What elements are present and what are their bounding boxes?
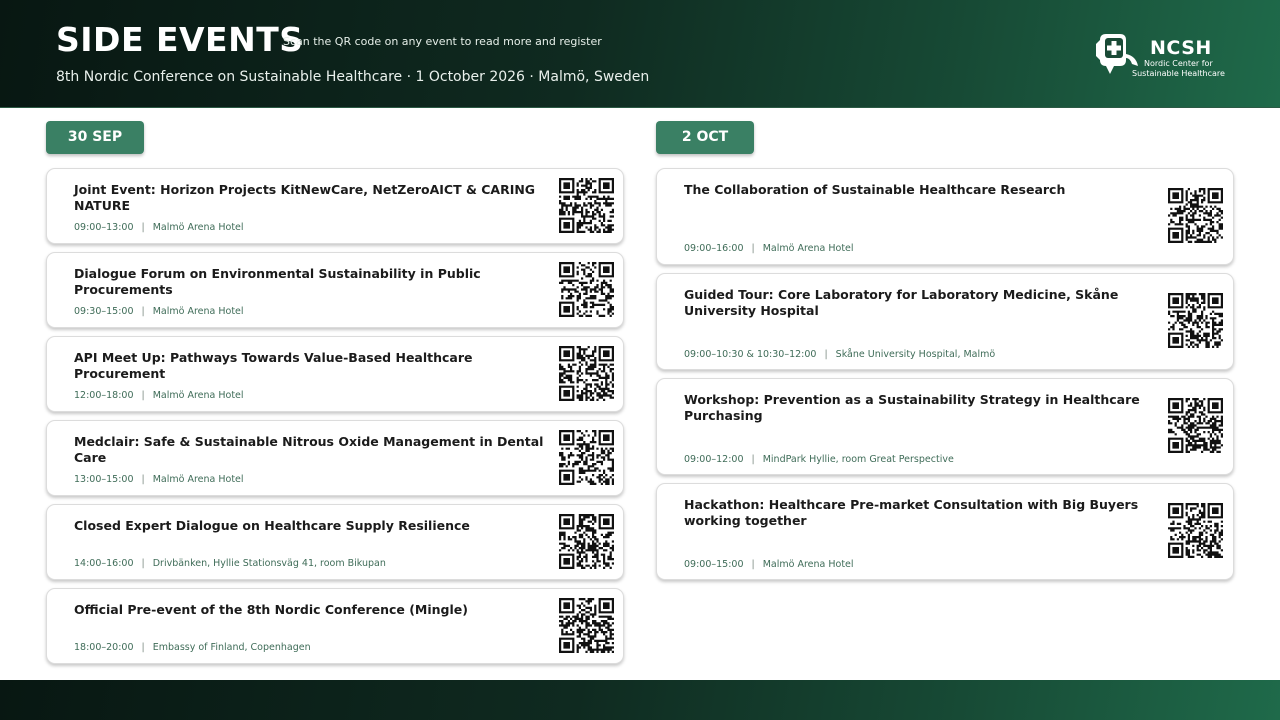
event-title: Official Pre-event of the 8th Nordic Con… (74, 602, 468, 617)
event-meta: 14:00–16:00 | Drivbänken, Hyllie Stationsv… (74, 558, 386, 569)
qr-code-icon[interactable] (1168, 398, 1223, 453)
day-badge-30-sep: 30 SEP (46, 121, 144, 154)
event-location: Malmö Arena Hotel (152, 306, 244, 317)
event-meta: 09:00–13:00 | Malmö Arena Hotel (74, 222, 244, 233)
event-title: Joint Event: Horizon Projects KitNewCare… (74, 182, 536, 213)
day-badge-2-oct: 2 OCT (656, 121, 754, 154)
header: SIDE EVENTS Scan the QR code on any even… (0, 0, 1280, 108)
logo-tagline-line1: Nordic Center for (1144, 59, 1213, 68)
event-meta: 09:30–15:00 | Malmö Arena Hotel (74, 306, 244, 317)
event-time: 09:00–10:30 & 10:30–12:00 (684, 349, 817, 360)
qr-code-icon[interactable] (559, 346, 614, 401)
event-title: The Collaboration of Sustainable Healthc… (684, 182, 1066, 197)
qr-code-icon[interactable] (1168, 293, 1223, 348)
event-card[interactable]: Workshop: Prevention as a Sustainability… (656, 378, 1234, 475)
event-card[interactable]: Joint Event: Horizon Projects KitNewCare… (46, 168, 624, 244)
event-title: Workshop: Prevention as a Sustainability… (684, 392, 1140, 423)
event-time: 18:00–20:00 (74, 642, 134, 653)
qr-code-icon[interactable] (559, 598, 614, 653)
qr-code-icon[interactable] (559, 178, 614, 233)
event-time: 12:00–18:00 (74, 390, 134, 401)
logo-name: NCSH (1150, 37, 1212, 59)
conference-subtitle: 8th Nordic Conference on Sustainable Hea… (56, 69, 650, 85)
event-meta: 18:00–20:00 | Embassy of Finland, Copenhag… (74, 642, 311, 653)
event-location: Malmö Arena Hotel (762, 243, 854, 254)
event-meta: 09:00–16:00 | Malmö Arena Hotel (684, 243, 854, 254)
event-time: 13:00–15:00 (74, 474, 134, 485)
event-card[interactable]: API Meet Up: Pathways Towards Value-Base… (46, 336, 624, 412)
event-title: Medclair: Safe & Sustainable Nitrous Oxi… (74, 434, 544, 465)
event-card[interactable]: Closed Expert Dialogue on Healthcare Sup… (46, 504, 624, 580)
event-card[interactable]: Official Pre-event of the 8th Nordic Con… (46, 588, 624, 664)
event-time: 09:00–13:00 (74, 222, 134, 233)
event-time: 09:30–15:00 (74, 306, 134, 317)
event-meta: 09:00–12:00 | MindPark Hyllie, room Great … (684, 454, 954, 465)
scan-instruction: Scan the QR code on any event to read mo… (283, 35, 602, 48)
page-title: SIDE EVENTS (56, 20, 304, 59)
event-title: API Meet Up: Pathways Towards Value-Base… (74, 350, 473, 381)
qr-code-icon[interactable] (559, 430, 614, 485)
ncsh-logo: NCSH Nordic Center for Sustainable Healt… (1092, 28, 1242, 84)
event-card[interactable]: Dialogue Forum on Environmental Sustaina… (46, 252, 624, 328)
event-title: Hackathon: Healthcare Pre-market Consult… (684, 497, 1139, 528)
event-location: Drivbänken, Hyllie Stationsväg 41, room … (152, 558, 386, 569)
qr-code-icon[interactable] (1168, 503, 1223, 558)
event-time: 09:00–12:00 (684, 454, 744, 465)
event-location: Malmö Arena Hotel (152, 474, 244, 485)
event-location: MindPark Hyllie, room Great Perspective (762, 454, 954, 465)
event-title: Dialogue Forum on Environmental Sustaina… (74, 266, 481, 297)
event-time: 14:00–16:00 (74, 558, 134, 569)
qr-code-icon[interactable] (559, 514, 614, 569)
event-location: Malmö Arena Hotel (762, 559, 854, 570)
event-title: Closed Expert Dialogue on Healthcare Sup… (74, 518, 470, 533)
event-location: Embassy of Finland, Copenhagen (152, 642, 311, 653)
event-title: Guided Tour: Core Laboratory for Laborat… (684, 287, 1119, 318)
event-card[interactable]: Guided Tour: Core Laboratory for Laborat… (656, 273, 1234, 370)
event-meta: 13:00–15:00 | Malmö Arena Hotel (74, 474, 244, 485)
footer-band (0, 680, 1280, 720)
logo-tagline-line2: Sustainable Healthcare (1132, 69, 1225, 78)
event-meta: 09:00–10:30 & 10:30–12:00 | Skåne Universi… (684, 349, 996, 360)
event-location: Skåne University Hospital, Malmö (835, 349, 996, 360)
event-location: Malmö Arena Hotel (152, 390, 244, 401)
qr-code-icon[interactable] (559, 262, 614, 317)
event-card[interactable]: Medclair: Safe & Sustainable Nitrous Oxi… (46, 420, 624, 496)
qr-code-icon[interactable] (1168, 188, 1223, 243)
event-time: 09:00–15:00 (684, 559, 744, 570)
event-meta: 09:00–15:00 | Malmö Arena Hotel (684, 559, 854, 570)
event-location: Malmö Arena Hotel (152, 222, 244, 233)
event-meta: 12:00–18:00 | Malmö Arena Hotel (74, 390, 244, 401)
event-card[interactable]: Hackathon: Healthcare Pre-market Consult… (656, 483, 1234, 580)
event-time: 09:00–16:00 (684, 243, 744, 254)
event-card[interactable]: The Collaboration of Sustainable Healthc… (656, 168, 1234, 265)
logo-tagline: Nordic Center for Sustainable Healthcare (1132, 59, 1242, 79)
